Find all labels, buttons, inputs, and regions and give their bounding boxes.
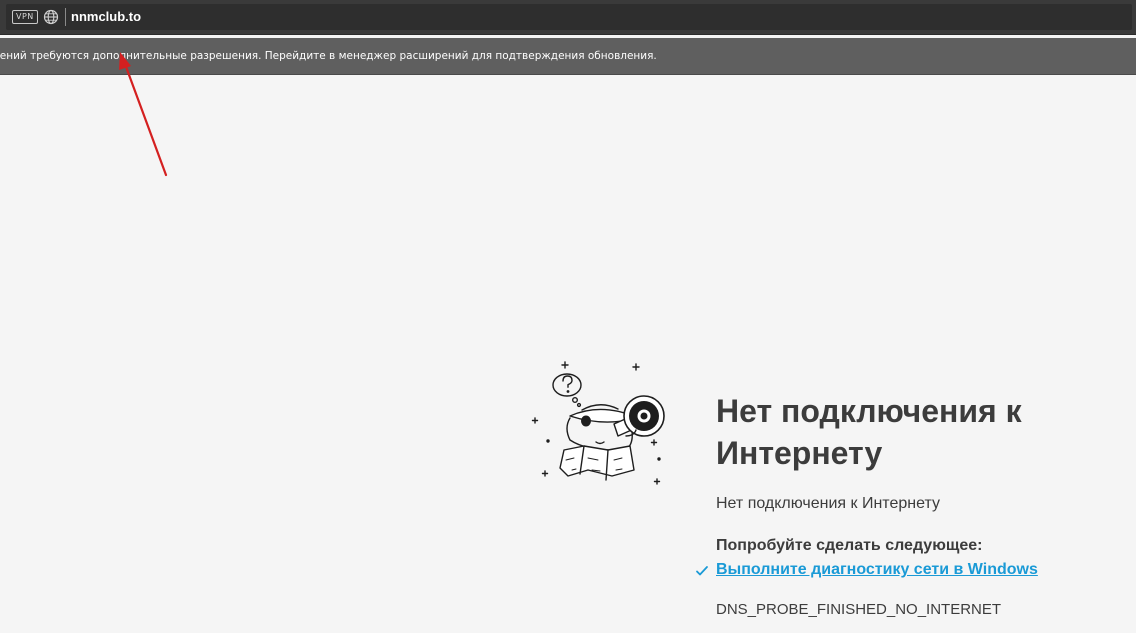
network-diagnostics-link[interactable]: Выполните диагностику сети в Windows [716,560,1038,580]
error-subtitle: Нет подключения к Интернету [716,495,940,512]
error-code: DNS_PROBE_FINISHED_NO_INTERNET [716,601,1002,618]
notification-bar: ения расширений требуются дополнительные… [0,38,1136,75]
address-separator [65,8,66,26]
notification-text: ения расширений требуются дополнительные… [0,50,657,62]
address-bar[interactable]: VPN nnmclub.to [6,4,1132,30]
error-title: Нет подключения к Интернету [716,393,1022,471]
suggestions-heading: Попробуйте сделать следующее: [716,537,983,554]
globe-icon[interactable] [43,9,59,25]
browser-toolbar: VPN nnmclub.to [0,0,1136,35]
checkmark-icon [696,566,708,576]
dino-with-spyglass-icon [531,361,665,485]
url-text[interactable]: nnmclub.to [71,8,141,26]
vpn-badge[interactable]: VPN [12,10,38,24]
browser-window: VPN nnmclub.to ения расширений требуются… [0,0,1136,633]
